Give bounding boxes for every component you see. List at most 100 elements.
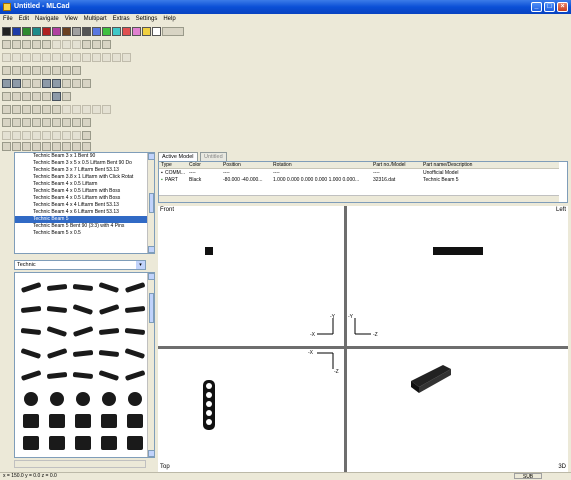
part-thumbnail[interactable] — [99, 282, 120, 293]
first-step-icon[interactable] — [2, 79, 11, 88]
part-thumbnail[interactable] — [46, 306, 67, 313]
color-swatch[interactable] — [42, 27, 51, 36]
gallery-scroll-down-icon[interactable] — [148, 450, 154, 457]
menu-navigate[interactable]: Navigate — [32, 14, 62, 24]
unlock-icon[interactable] — [32, 131, 41, 140]
part-thumbnail[interactable] — [21, 370, 42, 381]
list-item[interactable]: Technic Beam 4 x 6 Liftarm Bent 53.13 — [15, 209, 154, 216]
part-thumbnail[interactable] — [127, 436, 143, 450]
arrow-right-icon[interactable] — [22, 105, 31, 114]
menu-settings[interactable]: Settings — [133, 14, 161, 24]
part-thumbnail[interactable] — [20, 328, 41, 335]
last-step-icon[interactable] — [52, 79, 61, 88]
gallery-scrollbar[interactable] — [147, 273, 154, 457]
edit-check-icon[interactable] — [52, 53, 61, 62]
color-swatch[interactable] — [12, 27, 21, 36]
part-thumbnail[interactable] — [21, 306, 42, 313]
list-icon[interactable] — [82, 131, 91, 140]
render-texture-icon[interactable] — [32, 92, 41, 101]
cut-icon[interactable] — [42, 40, 51, 49]
hand-tool-icon[interactable] — [32, 105, 41, 114]
step-back-icon[interactable] — [22, 79, 31, 88]
background-icon[interactable] — [22, 142, 31, 151]
rotate-x-icon[interactable] — [62, 53, 71, 62]
color-swatch[interactable] — [2, 27, 11, 36]
scroll-thumb[interactable] — [149, 193, 154, 213]
part-thumbnail[interactable] — [98, 350, 119, 357]
menu-help[interactable]: Help — [160, 14, 178, 24]
menu-edit[interactable]: Edit — [16, 14, 32, 24]
open-file-icon[interactable] — [12, 40, 21, 49]
grid-icon[interactable] — [112, 53, 121, 62]
color-swatch[interactable] — [92, 27, 101, 36]
part-thumbnail[interactable] — [101, 414, 117, 428]
print-preview-icon[interactable] — [92, 40, 101, 49]
pin-icon[interactable] — [42, 131, 51, 140]
column-color[interactable]: Color — [189, 162, 201, 169]
part-thumbnail[interactable] — [125, 348, 146, 359]
pan-icon[interactable] — [122, 53, 131, 62]
zoom-fit-icon[interactable] — [22, 118, 31, 127]
part-thumbnail[interactable] — [49, 414, 65, 428]
part-thumbnail[interactable] — [102, 392, 116, 406]
help-icon[interactable] — [102, 40, 111, 49]
arrow-left-icon[interactable] — [12, 105, 21, 114]
zoom-in-icon[interactable] — [2, 118, 11, 127]
list-item[interactable]: Technic Beam 5 — [15, 216, 154, 223]
view-solid-icon[interactable] — [32, 66, 41, 75]
bookmark-icon[interactable] — [52, 131, 61, 140]
settings-icon[interactable] — [72, 142, 81, 151]
color-swatch[interactable] — [82, 27, 91, 36]
submodel-icon[interactable] — [72, 79, 81, 88]
part-thumbnail[interactable] — [72, 372, 93, 379]
view-wire-icon[interactable] — [22, 66, 31, 75]
zoom-custom-icon[interactable] — [82, 118, 91, 127]
edit-pencil-icon[interactable] — [42, 53, 51, 62]
undo-icon[interactable] — [2, 53, 11, 62]
table-horizontal-scrollbar[interactable] — [159, 195, 559, 202]
front-viewport[interactable]: Front -Y -X — [158, 206, 344, 346]
color-swatch[interactable] — [102, 27, 111, 36]
part-thumbnail[interactable] — [125, 306, 146, 313]
part-thumbnail[interactable] — [73, 350, 94, 357]
part-thumbnail[interactable] — [24, 392, 38, 406]
part-thumbnail[interactable] — [23, 414, 39, 428]
color-swatch[interactable] — [142, 27, 151, 36]
minimize-button[interactable]: _ — [531, 2, 542, 12]
snap-icon[interactable] — [2, 131, 11, 140]
refresh-icon[interactable] — [82, 79, 91, 88]
flip-icon[interactable] — [52, 105, 61, 114]
zoom-window-icon[interactable] — [32, 118, 41, 127]
zoom-25-icon[interactable] — [72, 118, 81, 127]
minifig-icon[interactable] — [12, 142, 21, 151]
color-swatch[interactable] — [72, 27, 81, 36]
top-viewport[interactable]: Top -X -Z — [158, 349, 344, 472]
previous-step-icon[interactable] — [12, 79, 21, 88]
menu-view[interactable]: View — [62, 14, 81, 24]
step-insert-icon[interactable] — [72, 131, 81, 140]
part-3d-view[interactable] — [407, 359, 457, 395]
new-file-icon[interactable] — [2, 40, 11, 49]
filter-icon[interactable] — [92, 105, 101, 114]
part-thumbnail[interactable] — [99, 328, 120, 335]
paste-icon[interactable] — [62, 40, 71, 49]
list-item[interactable]: Technic Beam 4 x 0.5 Liftarm with Boss — [15, 195, 154, 202]
part-thumbnail[interactable] — [127, 414, 143, 428]
part-thumbnail[interactable] — [21, 348, 42, 359]
render-light-icon[interactable] — [62, 92, 71, 101]
unsnap-icon[interactable] — [12, 131, 21, 140]
print-icon[interactable] — [82, 40, 91, 49]
view-rotate-icon[interactable] — [62, 66, 71, 75]
group-icon[interactable] — [32, 142, 41, 151]
list-item[interactable]: Technic Beam 4 x 4 Liftarm Bent 53.13 — [15, 202, 154, 209]
part-thumbnail[interactable] — [47, 326, 68, 337]
part-gallery[interactable] — [14, 272, 155, 458]
part-left-view[interactable] — [433, 247, 483, 255]
part-thumbnail[interactable] — [75, 414, 91, 428]
tab-untitled[interactable]: Untitled — [200, 152, 227, 161]
menu-extras[interactable]: Extras — [110, 14, 133, 24]
list-item[interactable]: Technic Beam 3 x 7 Liftarm Bent 53.13 — [15, 167, 154, 174]
column-rotation[interactable]: Rotation — [273, 162, 292, 169]
move-down-icon[interactable] — [32, 53, 41, 62]
zoom-icon[interactable] — [102, 53, 111, 62]
